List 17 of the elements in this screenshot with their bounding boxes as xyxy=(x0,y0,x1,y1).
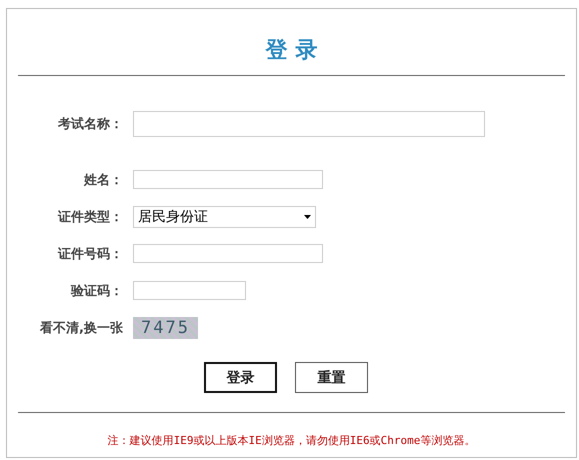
reset-button[interactable]: 重置 xyxy=(295,362,368,393)
input-field[interactable] xyxy=(133,170,323,189)
caret-icon xyxy=(304,214,311,218)
refresh-captcha-link[interactable]: 看不清,换一张 xyxy=(18,318,123,336)
input-field[interactable] xyxy=(133,281,246,300)
id-type-dropdown[interactable]: 居民身份证 xyxy=(133,206,316,228)
login-title: 登 录 xyxy=(264,37,318,65)
captcha-image[interactable]: 7475 xyxy=(133,316,198,338)
login-button[interactable]: 登录 xyxy=(204,362,277,393)
field-label: 证件号码： xyxy=(56,246,123,262)
field-label: 姓名： xyxy=(82,172,123,188)
input-field[interactable] xyxy=(133,111,485,137)
input-field[interactable] xyxy=(133,244,323,263)
field-label: 考试名称： xyxy=(57,116,123,133)
browser-note: 注：建议使用IE9或以上版本IE浏览器，请勿使用IE6或Chrome等浏览器。 xyxy=(106,433,476,448)
field-label: 证件类型： xyxy=(56,208,123,226)
field-label: 验证码： xyxy=(70,282,123,300)
